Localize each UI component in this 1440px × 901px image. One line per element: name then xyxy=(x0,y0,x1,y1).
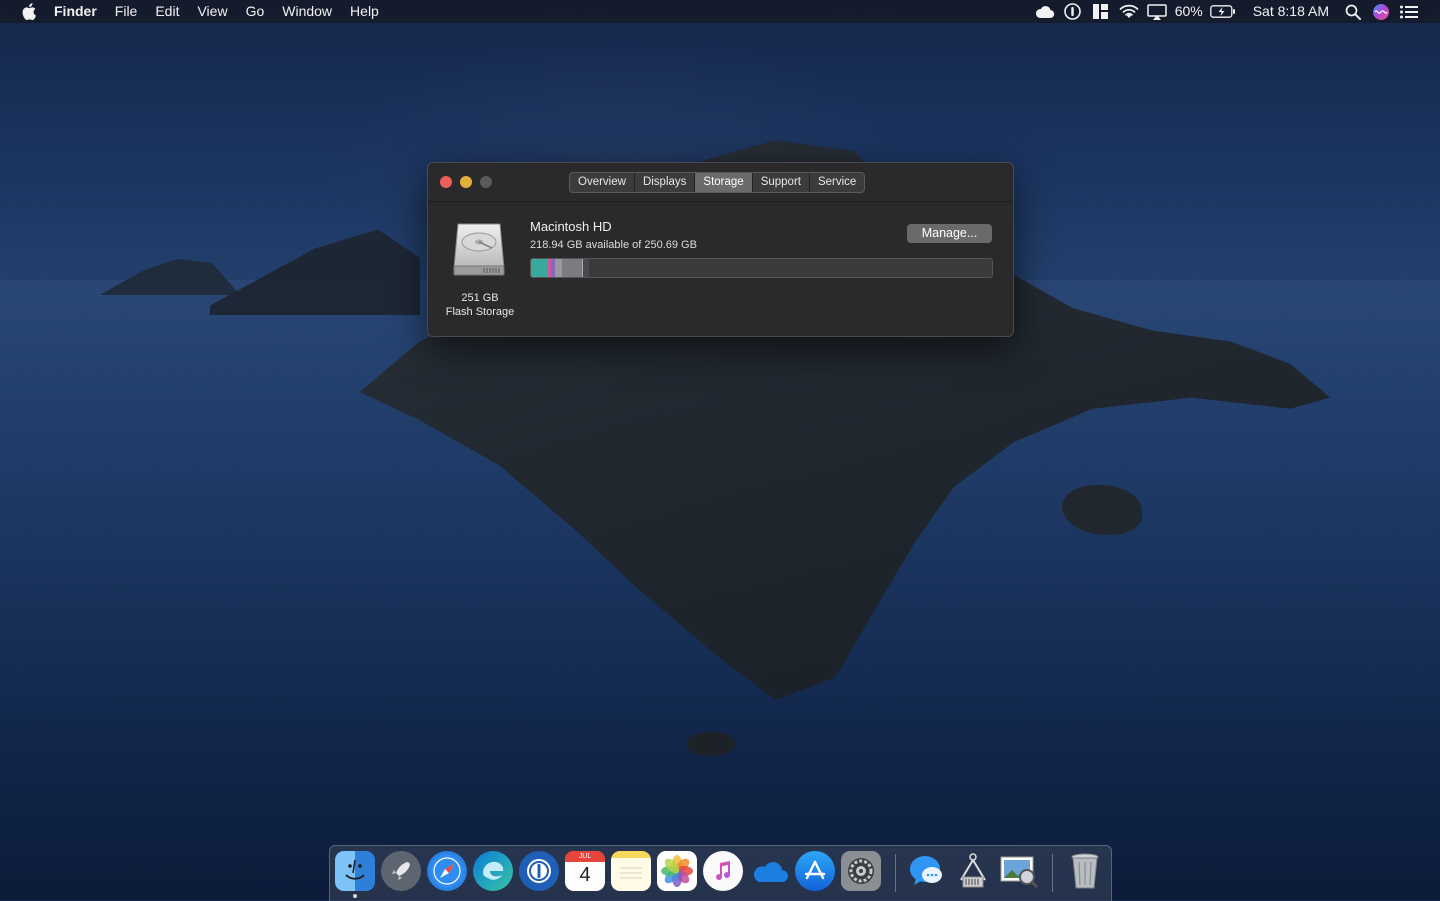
volume-availability: 218.94 GB available of 250.69 GB xyxy=(530,239,697,251)
itunes-icon[interactable] xyxy=(703,851,743,891)
running-indicator xyxy=(353,894,357,898)
system-information-icon[interactable] xyxy=(953,851,993,891)
safari-icon[interactable] xyxy=(427,851,467,891)
storage-usage-bar[interactable] xyxy=(530,258,993,278)
about-this-mac-window: Overview Displays Storage Support Servic… xyxy=(427,162,1014,337)
onedrive-icon[interactable] xyxy=(749,851,789,891)
dock-separator xyxy=(1052,854,1053,892)
menu-window[interactable]: Window xyxy=(273,0,341,23)
preview-icon[interactable] xyxy=(999,851,1039,891)
volume-name: Macintosh HD xyxy=(530,219,612,234)
onepassword-icon[interactable] xyxy=(1062,3,1084,21)
tab-overview[interactable]: Overview xyxy=(570,173,635,192)
airplay-icon[interactable] xyxy=(1146,3,1168,21)
dock: JUL 4 xyxy=(329,845,1112,901)
wallpaper-headland xyxy=(210,229,420,315)
menu-edit[interactable]: Edit xyxy=(146,0,188,23)
notification-center-icon[interactable] xyxy=(1398,3,1420,21)
tab-displays[interactable]: Displays xyxy=(635,173,696,192)
cloud-icon[interactable] xyxy=(1034,3,1056,21)
spotlight-search-icon[interactable] xyxy=(1342,3,1364,21)
storage-segment-purgeable[interactable] xyxy=(583,259,589,277)
system-preferences-icon[interactable] xyxy=(841,851,881,891)
calendar-icon[interactable]: JUL 4 xyxy=(565,851,605,891)
wallpaper-islet xyxy=(100,259,240,295)
finder-icon[interactable] xyxy=(335,851,375,891)
wallpaper-rock xyxy=(686,732,736,756)
edge-icon[interactable] xyxy=(473,851,513,891)
close-button[interactable] xyxy=(440,176,452,188)
menu-clock[interactable]: Sat 8:18 AM xyxy=(1253,0,1329,23)
menu-go[interactable]: Go xyxy=(237,0,274,23)
disk-capacity: 251 GB xyxy=(461,292,499,304)
grid-icon[interactable] xyxy=(1090,3,1112,21)
battery-percentage[interactable]: 60% xyxy=(1175,0,1203,23)
minimize-button[interactable] xyxy=(460,176,472,188)
hard-drive-icon xyxy=(450,220,508,278)
wifi-icon[interactable] xyxy=(1118,3,1140,21)
dock-separator xyxy=(895,854,896,892)
battery-icon[interactable] xyxy=(1209,3,1236,21)
messenger-icon[interactable] xyxy=(907,851,947,891)
storage-segment-other[interactable] xyxy=(562,259,583,277)
onepassword-app-icon[interactable] xyxy=(519,851,559,891)
menu-bar: Finder File Edit View Go Window Help 60%… xyxy=(0,0,1440,23)
zoom-button xyxy=(480,176,492,188)
photos-icon[interactable] xyxy=(657,851,697,891)
storage-segment-apps[interactable] xyxy=(531,259,548,277)
disk-type: Flash Storage xyxy=(445,306,515,318)
menu-help[interactable]: Help xyxy=(341,0,388,23)
storage-panel: 251 GB Flash Storage Macintosh HD 218.94… xyxy=(428,201,1013,336)
manage-button[interactable]: Manage... xyxy=(907,224,992,243)
window-titlebar[interactable]: Overview Displays Storage Support Servic… xyxy=(428,163,1013,201)
apple-menu-icon[interactable] xyxy=(20,3,38,21)
tab-support[interactable]: Support xyxy=(753,173,810,192)
calendar-day: 4 xyxy=(579,864,591,886)
siri-icon[interactable] xyxy=(1370,3,1392,21)
calendar-month: JUL xyxy=(565,851,605,862)
menu-app-name[interactable]: Finder xyxy=(54,0,106,23)
trash-icon[interactable] xyxy=(1065,851,1105,891)
notes-icon[interactable] xyxy=(611,851,651,891)
launchpad-icon[interactable] xyxy=(381,851,421,891)
tab-storage[interactable]: Storage xyxy=(695,173,753,192)
tab-bar: Overview Displays Storage Support Servic… xyxy=(569,172,866,193)
menu-file[interactable]: File xyxy=(106,0,147,23)
menu-view[interactable]: View xyxy=(188,0,236,23)
tab-service[interactable]: Service xyxy=(810,173,864,192)
storage-segment-system[interactable] xyxy=(555,259,562,277)
app-store-icon[interactable] xyxy=(795,851,835,891)
